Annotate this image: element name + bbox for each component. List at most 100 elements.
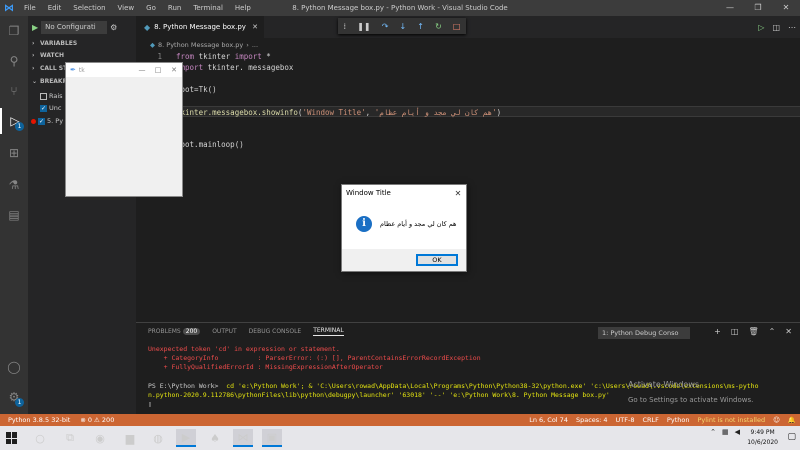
run-debug-icon[interactable]: ▷ 1 bbox=[0, 108, 28, 134]
debug-config-select[interactable]: No Configurati bbox=[41, 20, 108, 34]
tab-terminal[interactable]: TERMINAL bbox=[313, 327, 344, 336]
clock-time: 9:49 PM bbox=[750, 429, 775, 436]
file-explorer-icon[interactable]: ▆ bbox=[120, 429, 140, 447]
chrome-icon[interactable]: ◉ bbox=[90, 429, 110, 447]
python-interpreter[interactable]: Python 3.8.5 32-bit bbox=[8, 414, 70, 426]
chevron-right-icon: › bbox=[246, 40, 249, 49]
menu-selection[interactable]: Selection bbox=[67, 4, 111, 12]
tab-problems[interactable]: PROBLEMS 200 bbox=[148, 328, 201, 335]
debug-settings-gear-icon[interactable]: ⚙ bbox=[110, 23, 117, 32]
cursor-position[interactable]: Ln 6, Col 74 bbox=[529, 414, 568, 426]
vscode-taskbar-icon[interactable]: ⋈ bbox=[233, 429, 253, 447]
close-icon[interactable]: ✕ bbox=[772, 0, 800, 16]
breadcrumb: ◆ 8. Python Message box.py › ... bbox=[150, 40, 259, 49]
split-terminal-icon[interactable]: ◫ bbox=[731, 327, 739, 336]
checkbox[interactable] bbox=[40, 92, 47, 100]
terminal-error-line: + FullyQualifiedErrorId : MissingExpress… bbox=[148, 363, 383, 371]
split-editor-icon[interactable]: ◫ bbox=[772, 23, 780, 32]
step-over-icon[interactable]: ↷ bbox=[382, 22, 389, 31]
close-panel-icon[interactable]: ✕ bbox=[785, 327, 792, 336]
run-file-icon[interactable]: ▷ bbox=[758, 23, 764, 32]
message-box-titlebar[interactable]: Window Title ✕ bbox=[342, 185, 466, 201]
drag-handle-icon[interactable]: ⁞ bbox=[344, 22, 347, 31]
tk-window-titlebar[interactable]: ✒ tk — □ ✕ bbox=[66, 63, 182, 77]
more-actions-icon[interactable]: ⋯ bbox=[788, 23, 796, 32]
pylint-warning[interactable]: Pylint is not installed bbox=[697, 414, 765, 426]
section-watch[interactable]: › WATCH bbox=[28, 50, 136, 62]
visual-studio-icon[interactable]: ▶ bbox=[176, 429, 196, 447]
step-out-icon[interactable]: ↑ bbox=[417, 22, 424, 31]
checkbox-checked[interactable]: ✓ bbox=[40, 104, 47, 112]
settings-gear-icon[interactable]: ⚙ 1 bbox=[0, 384, 28, 410]
tab-message-box[interactable]: ◆ 8. Python Message box.py ✕ bbox=[136, 16, 264, 38]
stop-icon[interactable]: □ bbox=[453, 22, 461, 31]
feedback-icon[interactable]: ☺ bbox=[773, 414, 780, 426]
minimize-icon[interactable]: — bbox=[134, 66, 150, 74]
kill-terminal-icon[interactable]: 🗑 bbox=[748, 327, 758, 336]
status-left: Python 3.8.5 32-bit ⊗ 0 ⚠ 200 bbox=[8, 414, 114, 426]
tab-output[interactable]: OUTPUT bbox=[212, 328, 236, 335]
close-icon[interactable]: ✕ bbox=[450, 189, 466, 198]
search-taskbar-icon[interactable]: ○ bbox=[30, 429, 50, 447]
remote-explorer-icon[interactable]: ▤ bbox=[0, 202, 28, 228]
restore-icon[interactable]: ❐ bbox=[744, 0, 772, 16]
python-tk-taskbar-icon[interactable]: ▣ bbox=[262, 429, 282, 447]
search-icon[interactable]: ⚲ bbox=[0, 48, 28, 74]
terminal-cursor[interactable]: ▯ bbox=[148, 400, 152, 409]
start-debugging-icon[interactable]: ▶ bbox=[32, 23, 38, 32]
menu-run[interactable]: Run bbox=[162, 4, 187, 12]
menu-bar: File Edit Selection View Go Run Terminal… bbox=[18, 4, 257, 12]
tray-chevron-icon[interactable]: ⌃ bbox=[710, 428, 716, 436]
taskbar-clock[interactable]: 9:49 PM 10/6/2020 bbox=[747, 428, 778, 448]
task-view-icon[interactable]: ⧉ bbox=[60, 429, 80, 447]
python-file-icon: ◆ bbox=[144, 22, 151, 32]
menu-terminal[interactable]: Terminal bbox=[187, 4, 229, 12]
message-box-footer: OK bbox=[342, 249, 466, 271]
terminal-command-line: n.python-2020.9.112786\pythonFiles\lib\p… bbox=[148, 391, 610, 399]
code-editor[interactable]: 1 from tkinter import * import tkinter. m… bbox=[136, 50, 800, 320]
account-icon[interactable]: ◯ bbox=[0, 354, 28, 380]
action-center-icon[interactable]: ▢ bbox=[787, 432, 796, 442]
ok-button[interactable]: OK bbox=[416, 254, 458, 266]
message-text: هم كان لي مجد و أيام عظام bbox=[380, 220, 457, 228]
explorer-icon[interactable]: ❐ bbox=[0, 18, 28, 44]
testing-icon[interactable]: ⚗ bbox=[0, 172, 28, 198]
extensions-icon[interactable]: ⊞ bbox=[0, 140, 28, 166]
encoding[interactable]: UTF-8 bbox=[616, 414, 635, 426]
windows-start-icon[interactable] bbox=[6, 432, 18, 444]
network-icon[interactable]: ▦ bbox=[722, 428, 729, 436]
editor-actions: ▷ ◫ ⋯ bbox=[758, 16, 796, 38]
indentation[interactable]: Spaces: 4 bbox=[576, 414, 608, 426]
solitaire-icon[interactable]: ♠ bbox=[205, 429, 225, 447]
terminal-select[interactable]: 1: Python Debug Conso bbox=[598, 327, 690, 339]
maximize-icon[interactable]: □ bbox=[150, 66, 166, 74]
checkbox-checked[interactable]: ✓ bbox=[38, 117, 45, 125]
notifications-bell-icon[interactable]: 🔔 bbox=[788, 414, 796, 426]
tk-root-window[interactable]: ✒ tk — □ ✕ bbox=[65, 62, 183, 197]
step-into-icon[interactable]: ↓ bbox=[399, 22, 406, 31]
firefox-icon[interactable]: ◍ bbox=[148, 429, 168, 447]
pause-icon[interactable]: ❚❚ bbox=[357, 22, 370, 31]
problems-status[interactable]: ⊗ 0 ⚠ 200 bbox=[80, 414, 114, 426]
maximize-panel-icon[interactable]: ⌃ bbox=[769, 327, 776, 336]
minimize-icon[interactable]: — bbox=[716, 0, 744, 16]
tab-close-icon[interactable]: ✕ bbox=[252, 23, 258, 31]
source-control-icon[interactable]: ⑂ bbox=[0, 78, 28, 104]
restart-icon[interactable]: ↻ bbox=[435, 22, 442, 31]
language-mode[interactable]: Python bbox=[667, 414, 690, 426]
menu-view[interactable]: View bbox=[112, 4, 141, 12]
message-box-dialog: Window Title ✕ i هم كان لي مجد و أيام عظ… bbox=[341, 184, 467, 272]
menu-help[interactable]: Help bbox=[229, 4, 257, 12]
menu-edit[interactable]: Edit bbox=[42, 4, 68, 12]
system-tray: ⌃ ▦ ◀ bbox=[710, 428, 740, 436]
end-of-line[interactable]: CRLF bbox=[643, 414, 659, 426]
settings-badge: 1 bbox=[15, 398, 24, 407]
new-terminal-icon[interactable]: + bbox=[714, 327, 721, 336]
close-icon[interactable]: ✕ bbox=[166, 66, 182, 74]
tab-debug-console[interactable]: DEBUG CONSOLE bbox=[249, 328, 302, 335]
status-right: Ln 6, Col 74 Spaces: 4 UTF-8 CRLF Python… bbox=[529, 414, 796, 426]
menu-file[interactable]: File bbox=[18, 4, 42, 12]
section-variables[interactable]: › VARIABLES bbox=[28, 38, 136, 50]
volume-icon[interactable]: ◀ bbox=[735, 428, 740, 436]
menu-go[interactable]: Go bbox=[140, 4, 162, 12]
